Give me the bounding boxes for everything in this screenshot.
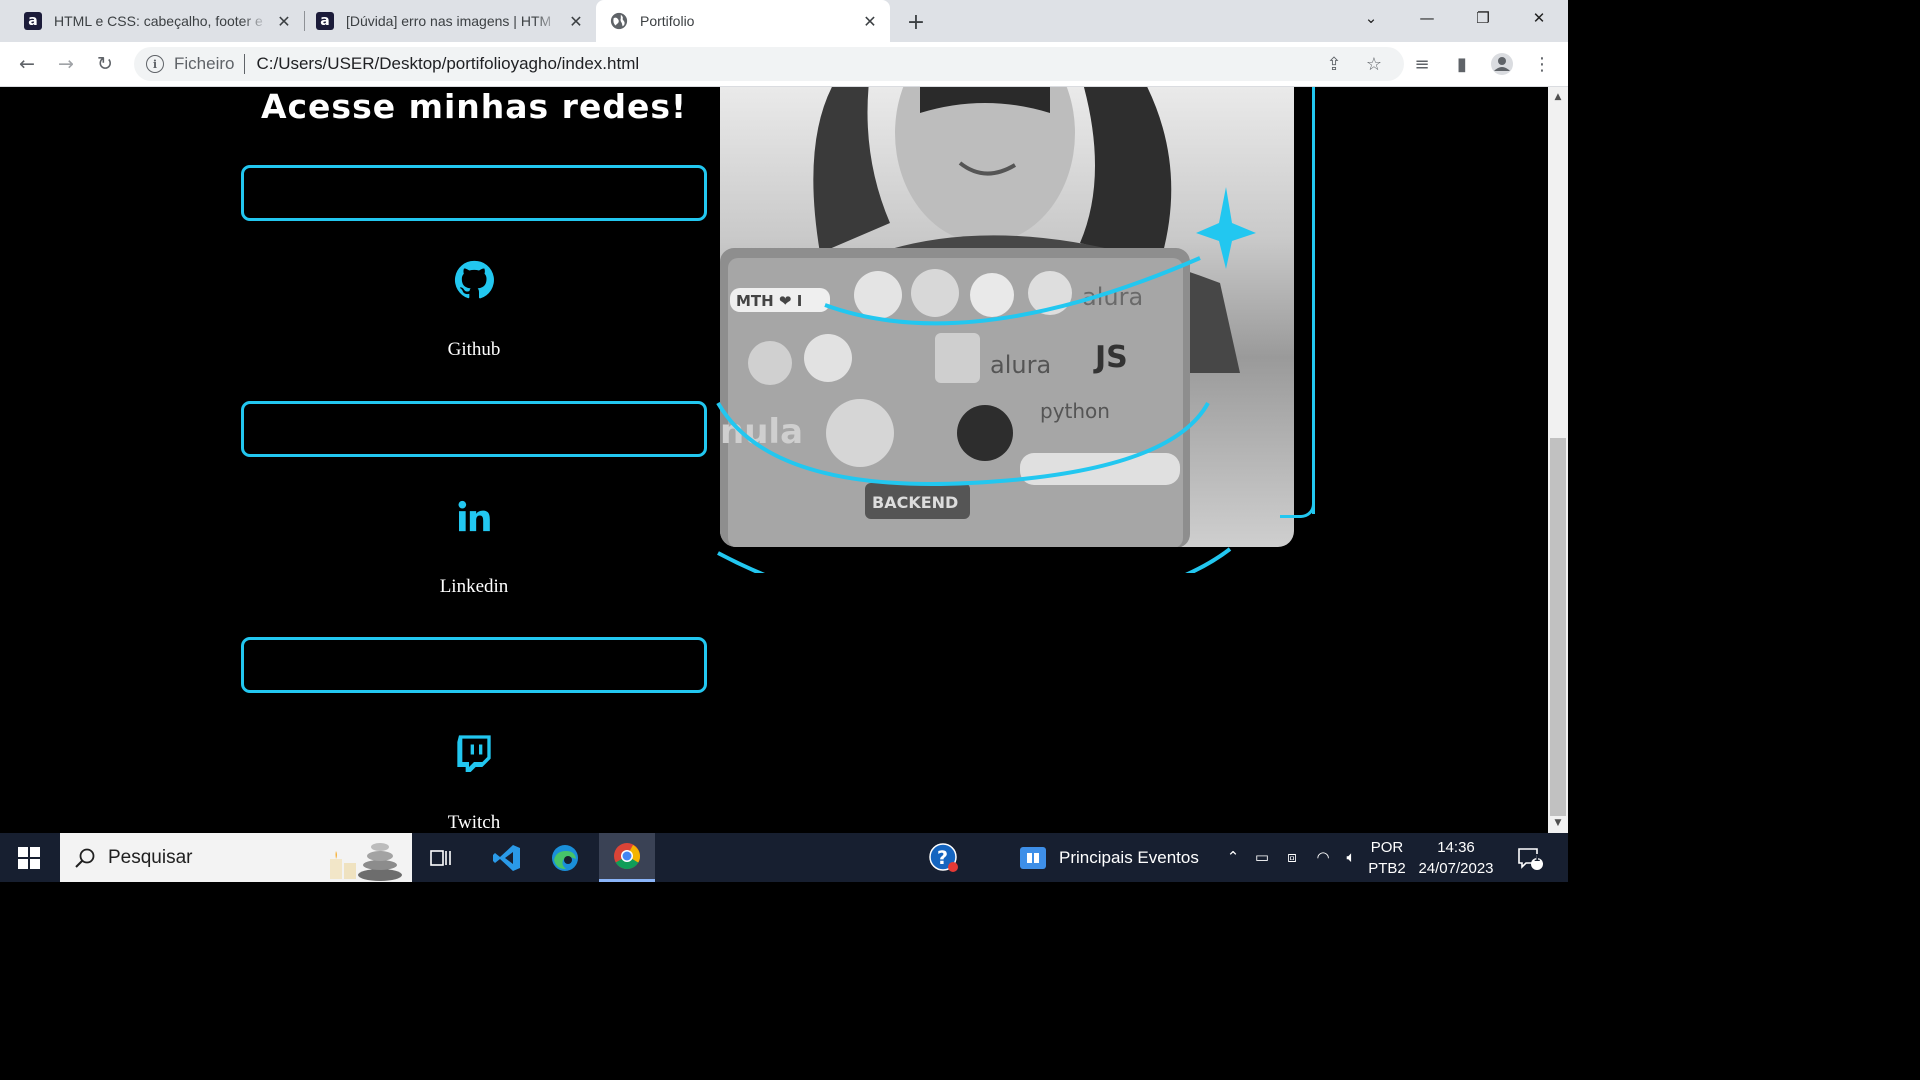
restore-button[interactable]: ❐ [1455,0,1511,36]
chrome-taskbar-app[interactable] [599,833,655,882]
close-window-button[interactable]: ✕ [1511,0,1567,36]
tab-strip: a HTML e CSS: cabeçalho, footer e ✕ a [D… [0,0,1568,42]
browser-toolbar: ← → ↻ i Ficheiro C:/Users/USER/Desktop/p… [0,42,1568,87]
bookmark-star-icon[interactable]: ☆ [1358,48,1390,80]
info-icon[interactable]: i [146,55,164,73]
globe-icon [610,12,628,30]
page-scrollbar[interactable]: ▲ ▼ [1548,87,1568,833]
linkedin-label[interactable]: Linkedin [240,576,708,598]
alura-icon: a [316,12,334,30]
tab-title: Portifolio [640,13,695,29]
linkedin-button-box[interactable] [241,401,707,457]
tab-html-css[interactable]: a HTML e CSS: cabeçalho, footer e ✕ [14,0,304,42]
page-viewport: Acesse minhas redes! Github Linkedin Twi… [0,87,1548,833]
scrollbar-thumb[interactable] [1550,438,1566,816]
scheme-label: Ficheiro [174,54,235,73]
profile-avatar-icon[interactable] [1486,48,1518,80]
github-label[interactable]: Github [240,339,708,361]
language-code: POR [1370,839,1404,856]
wifi-icon[interactable]: ◠ [1311,847,1335,867]
reload-button[interactable]: ↻ [90,49,120,79]
minimize-button[interactable]: — [1399,0,1455,36]
close-icon[interactable]: ✕ [274,11,294,31]
twitch-label[interactable]: Twitch [240,812,708,833]
task-view-icon [430,849,451,866]
stones-candles-illustration [330,843,402,881]
side-panel-icon[interactable]: ▮ [1446,48,1478,80]
svg-text:?: ? [937,847,948,869]
vscode-icon [493,844,520,871]
scroll-down-arrow[interactable]: ▼ [1548,815,1568,831]
help-taskbar-app[interactable]: ? [916,833,972,882]
tab-duvida[interactable]: a [Dúvida] erro nas imagens | HTM ✕ [306,0,596,42]
task-view-button[interactable] [413,833,469,882]
chevron-up-icon[interactable]: ⌃ [1222,847,1244,867]
search-icon [75,848,95,868]
alura-icon: a [24,12,42,30]
edge-taskbar-app[interactable] [537,833,593,882]
tab-divider [304,11,305,31]
windows-start-button[interactable] [0,833,58,882]
clock-date: 24/07/2023 [1418,860,1494,877]
search-placeholder: Pesquisar [108,846,193,868]
menu-kebab-icon[interactable]: ⋮ [1526,48,1558,80]
taskbar-search[interactable]: Pesquisar [60,833,412,882]
address-bar[interactable]: i Ficheiro C:/Users/USER/Desktop/portifo… [134,47,1404,81]
keyboard-layout: PTB2 [1368,860,1406,877]
new-tab-button[interactable]: + [902,8,930,36]
tab-title: HTML e CSS: cabeçalho, footer e [54,13,263,29]
section-heading: Acesse minhas redes! [260,87,688,126]
tab-search-button[interactable]: ⌄ [1343,0,1399,36]
divider [244,54,246,74]
volume-icon[interactable]: 🔈︎ [1339,847,1363,867]
share-icon[interactable]: ⇪ [1318,48,1350,80]
scroll-up-arrow[interactable]: ▲ [1548,89,1568,105]
vscode-taskbar-app[interactable] [479,833,535,882]
help-icon: ? [929,842,958,872]
reading-list-icon[interactable]: ≡ [1406,48,1438,80]
back-button[interactable]: ← [12,49,42,79]
github-button-box[interactable] [241,165,707,221]
notification-center-icon[interactable]: 1 [1516,845,1544,871]
forward-button[interactable]: → [51,49,81,79]
url-text[interactable]: C:/Users/USER/Desktop/portifolioyagho/in… [256,54,639,74]
close-icon[interactable]: ✕ [860,11,880,31]
windows-taskbar: Pesquisar ? Principais Eventos ⌃ ▭ ⧈ ◠ 🔈… [0,833,1568,882]
close-icon[interactable]: ✕ [566,11,586,31]
chrome-icon [614,843,641,870]
input-language[interactable]: POR PTB2 [1366,837,1408,879]
clock[interactable]: 14:36 24/07/2023 [1412,837,1500,879]
notification-count: 1 [1533,853,1541,864]
windows-logo-icon [18,846,40,869]
github-icon[interactable] [454,260,494,300]
events-icon [1020,846,1046,869]
orbit-rings-decoration [716,187,1256,573]
twitch-button-box[interactable] [241,637,707,693]
events-label: Principais Eventos [1059,847,1199,867]
tab-portifolio[interactable]: Portifolio ✕ [596,0,890,42]
twitch-icon[interactable] [454,732,494,772]
linkedin-icon[interactable] [454,497,494,537]
edge-icon [552,844,578,871]
tab-title: [Dúvida] erro nas imagens | HTM [346,13,552,29]
events-widget[interactable]: Principais Eventos [1020,833,1199,882]
clock-time: 14:36 [1437,839,1475,856]
device-icon[interactable]: ⧈ [1281,847,1303,867]
sparkle-icon [1196,187,1256,269]
battery-icon[interactable]: ▭ [1251,847,1273,867]
